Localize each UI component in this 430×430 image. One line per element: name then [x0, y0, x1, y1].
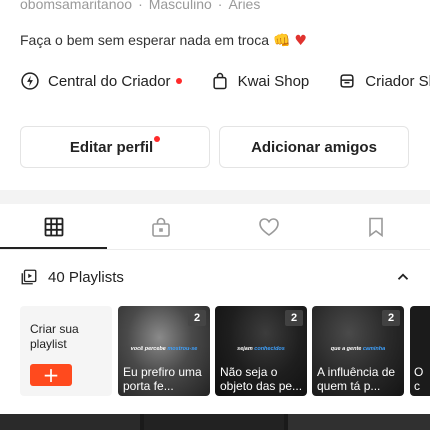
- fist-emoji-icon: 👊: [273, 33, 291, 49]
- notification-dot: [175, 78, 182, 84]
- heart-emoji-icon: ♥: [294, 33, 308, 49]
- tabs-divider: [0, 249, 430, 250]
- tab-likes[interactable]: [215, 204, 323, 250]
- separator: ·: [217, 0, 223, 12]
- create-playlist-label: Criar sua playlist: [30, 322, 79, 351]
- add-friends-label: Adicionar amigos: [251, 138, 377, 156]
- video-thumbnail[interactable]: [144, 414, 284, 430]
- tab-private[interactable]: [108, 204, 216, 250]
- edit-profile-label: Editar perfil: [69, 138, 154, 156]
- playlist-video-count: 2: [285, 310, 303, 326]
- playlist-title: O c su: [414, 365, 427, 396]
- playlist-card[interactable]: O c su: [410, 306, 430, 396]
- video-grid-top-edge: [0, 414, 430, 430]
- gender: Masculino: [148, 0, 212, 12]
- separator: ·: [138, 0, 143, 12]
- zodiac-sign: Áries: [228, 0, 261, 12]
- tab-posts[interactable]: [0, 204, 108, 250]
- creator-shop-label: Criador Sh: [365, 72, 430, 90]
- caption-highlight: conhecidos: [254, 346, 285, 352]
- creator-center-link[interactable]: Central do Criador: [20, 71, 182, 91]
- playlists-count: 40 Playlists: [48, 268, 124, 286]
- section-divider: [0, 190, 430, 204]
- lock-icon: [152, 217, 171, 237]
- heart-outline-icon: [258, 218, 279, 236]
- caption-text: sejam: [237, 346, 253, 352]
- caption-highlight: caminha: [362, 346, 386, 352]
- notification-dot: [154, 136, 161, 142]
- chevron-up-icon[interactable]: [394, 268, 412, 286]
- create-playlist-card[interactable]: Criar sua playlist +: [20, 306, 112, 396]
- playlist-cover-caption: você percebe mostrou-se: [118, 346, 210, 352]
- grid-icon: [44, 217, 64, 237]
- playlist-card[interactable]: 2 que a gente caminha A influência de qu…: [312, 306, 404, 396]
- add-friends-button[interactable]: Adicionar amigos: [219, 126, 409, 168]
- bolt-icon: [21, 72, 39, 90]
- caption-highlight: mostrou-se: [167, 346, 198, 352]
- playlist-cover-caption: sejam conhecidos: [215, 346, 307, 352]
- username: obomsamaritanoo: [20, 0, 133, 12]
- creator-shop-link[interactable]: Criador Sh: [337, 71, 430, 91]
- caption-text: que a gente: [330, 346, 362, 352]
- playlists-header[interactable]: 40 Playlists: [20, 266, 416, 288]
- playlist-video-count: 2: [382, 310, 400, 326]
- edit-profile-button[interactable]: Editar perfil: [20, 126, 210, 168]
- creator-shop-icon: [340, 74, 354, 88]
- playlist-title: Não seja o objeto das pe...: [220, 365, 303, 393]
- playlist-icon: [21, 269, 37, 285]
- bookmark-icon: [369, 217, 384, 238]
- profile-meta-line: obomsamaritanoo · Masculino · Áries: [20, 0, 260, 12]
- profile-bio: Faça o bem sem esperar nada em troca 👊 ♥: [20, 32, 307, 49]
- playlist-title: Eu prefiro uma porta fe...: [123, 365, 202, 393]
- create-playlist-button[interactable]: +: [30, 364, 72, 386]
- creator-center-label: Central do Criador: [48, 72, 171, 90]
- profile-shortcuts: Central do Criador Kwai Shop Criador Sh: [20, 68, 430, 94]
- kwai-shop-label: Kwai Shop: [237, 72, 310, 90]
- video-thumbnail[interactable]: [288, 414, 430, 430]
- tab-saved[interactable]: [323, 204, 430, 250]
- playlist-card[interactable]: 2 sejam conhecidos Não seja o objeto das…: [215, 306, 307, 396]
- bio-text: Faça o bem sem esperar nada em troca: [20, 32, 270, 48]
- playlist-card[interactable]: 2 você percebe mostrou-se Eu prefiro uma…: [118, 306, 210, 396]
- profile-tabs: [0, 204, 430, 250]
- shopping-bag-icon: [212, 72, 227, 90]
- video-thumbnail[interactable]: [0, 414, 140, 430]
- playlist-title: A influência de quem tá p...: [317, 365, 396, 393]
- kwai-shop-link[interactable]: Kwai Shop: [210, 71, 310, 91]
- caption-text: você percebe: [130, 346, 166, 352]
- playlist-cover-caption: que a gente caminha: [312, 346, 404, 352]
- playlist-video-count: 2: [188, 310, 206, 326]
